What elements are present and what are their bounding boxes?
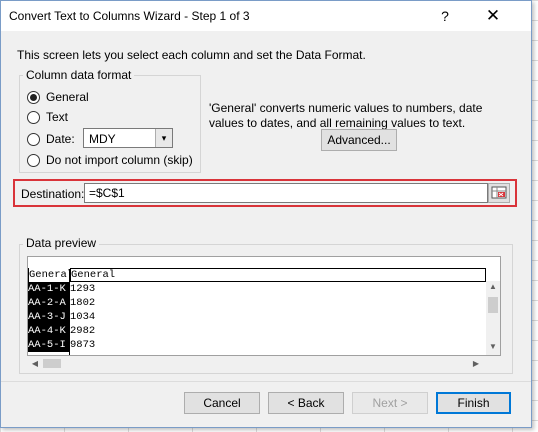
radio-button-icon	[27, 110, 40, 124]
preview-vertical-scrollbar[interactable]: ▲ ▼	[486, 281, 500, 355]
scroll-left-icon[interactable]: ◀	[29, 356, 41, 371]
preview-cell-column-2: 1034	[70, 311, 96, 323]
advanced-button[interactable]: Advanced...	[321, 129, 397, 151]
preview-cell-column-2: 1293	[70, 283, 96, 295]
radio-text[interactable]: Text	[27, 110, 68, 124]
range-select-icon	[491, 186, 507, 199]
preview-cell-column-1: AA-2-A	[28, 296, 70, 310]
column-format-legend: Column data format	[23, 68, 135, 82]
radio-date[interactable]: Date:	[27, 132, 75, 146]
radio-skip-label: Do not import column (skip)	[46, 153, 193, 167]
data-preview-grid[interactable]: General General AA-1-K 1293 AA-2-A 1802 …	[27, 256, 501, 356]
preview-cell-column-2: 1802	[70, 297, 96, 309]
preview-cell-column-2: 2982	[70, 325, 96, 337]
collapse-dialog-button[interactable]	[488, 183, 510, 203]
preview-content: General General AA-1-K 1293 AA-2-A 1802 …	[28, 268, 486, 352]
vertical-scroll-thumb[interactable]	[488, 297, 498, 313]
preview-row: AA-4-K 2982	[28, 324, 486, 338]
radio-button-icon	[27, 153, 40, 167]
help-icon[interactable]: ?	[437, 7, 453, 25]
window-title: Convert Text to Columns Wizard - Step 1 …	[9, 9, 250, 23]
preview-row: AA-5-I 9873	[28, 338, 486, 352]
next-button[interactable]: Next >	[352, 392, 428, 414]
radio-text-label: Text	[46, 110, 69, 124]
radio-button-icon	[27, 132, 40, 146]
preview-header-column-1[interactable]: General	[29, 268, 71, 282]
destination-input[interactable]: =$C$1	[84, 183, 488, 203]
radio-general[interactable]: General	[27, 90, 89, 104]
column-break-line[interactable]	[69, 269, 70, 355]
radio-button-icon	[27, 90, 40, 104]
radio-date-label: Date:	[46, 132, 75, 146]
preview-row: AA-3-J 1034	[28, 310, 486, 324]
footer-divider	[1, 381, 531, 382]
preview-cell-column-1: AA-3-J	[28, 310, 70, 324]
horizontal-scroll-thumb[interactable]	[43, 359, 61, 368]
data-preview-legend: Data preview	[23, 236, 100, 250]
preview-horizontal-scrollbar[interactable]: ◀ ▶	[27, 356, 486, 371]
preview-cell-column-1: AA-5-I	[28, 338, 70, 352]
scroll-down-icon[interactable]: ▼	[486, 341, 500, 353]
preview-header-column-2[interactable]: General	[71, 268, 115, 282]
preview-row: AA-1-K 1293	[28, 282, 486, 296]
radio-general-label: General	[46, 90, 89, 104]
intro-text: This screen lets you select each column …	[17, 48, 366, 62]
close-icon[interactable]: ✕	[479, 4, 507, 28]
date-format-select[interactable]: MDY ▾	[83, 128, 173, 148]
scroll-up-icon[interactable]: ▲	[486, 281, 500, 293]
radio-skip-column[interactable]: Do not import column (skip)	[27, 153, 193, 167]
scroll-right-icon[interactable]: ▶	[470, 356, 482, 371]
title-bar: Convert Text to Columns Wizard - Step 1 …	[1, 1, 531, 31]
preview-header-row: General General	[28, 268, 486, 282]
destination-label: Destination:	[21, 187, 85, 201]
text-to-columns-dialog: Convert Text to Columns Wizard - Step 1 …	[0, 0, 532, 428]
preview-cell-column-2: 9873	[70, 339, 96, 351]
date-format-value: MDY	[89, 132, 116, 146]
preview-row: AA-2-A 1802	[28, 296, 486, 310]
preview-cell-column-1: AA-4-K	[28, 324, 70, 338]
cancel-button[interactable]: Cancel	[184, 392, 260, 414]
back-button[interactable]: < Back	[268, 392, 344, 414]
finish-button[interactable]: Finish	[436, 392, 511, 414]
radio-selected-dot	[30, 93, 37, 101]
format-description: 'General' converts numeric values to num…	[209, 101, 483, 130]
chevron-down-icon[interactable]: ▾	[155, 129, 172, 147]
preview-cell-column-1: AA-1-K	[28, 282, 70, 296]
